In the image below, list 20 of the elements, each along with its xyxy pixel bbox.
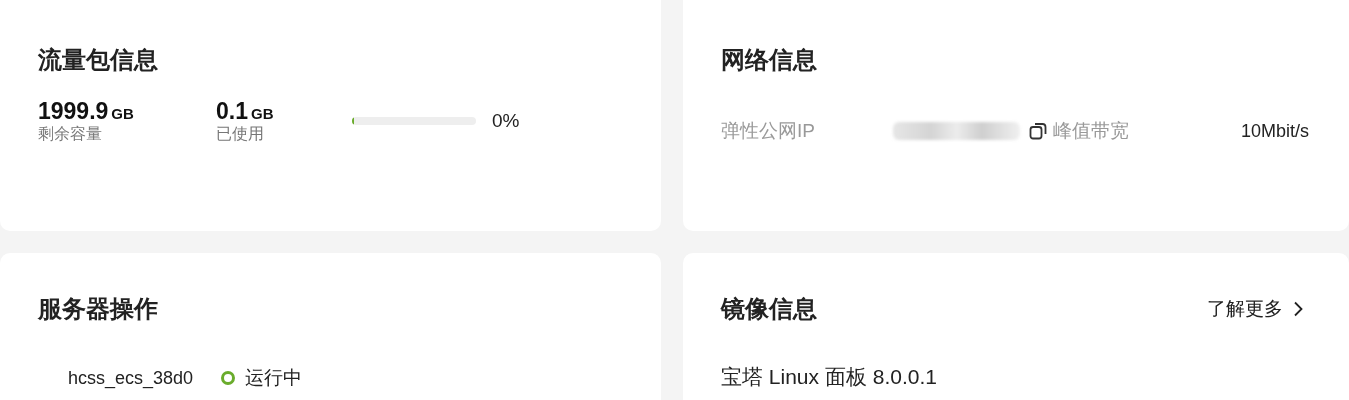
stat-value: 1999.9 <box>38 98 109 124</box>
usage-percent: 0% <box>492 110 520 132</box>
image-name: 宝塔 Linux 面板 8.0.0.1 <box>721 364 938 390</box>
ip-label: 弹性公网IP <box>721 119 815 143</box>
card-title: 流量包信息 <box>38 45 159 75</box>
server-name: hcss_ecs_38d0 <box>68 367 194 389</box>
card-title: 镜像信息 <box>721 294 817 324</box>
stat-label: 剩余容量 <box>38 124 103 144</box>
copy-icon[interactable] <box>1028 122 1047 140</box>
stat-label: 已使用 <box>216 124 265 144</box>
status-text: 运行中 <box>245 366 303 390</box>
stat-value: 0.1 <box>216 98 248 124</box>
card-title: 网络信息 <box>721 45 818 75</box>
chevron-right-icon <box>1293 301 1303 317</box>
stat-unit: GB <box>111 105 134 122</box>
stat-unit: GB <box>251 105 274 122</box>
bandwidth-value: 10Mbit/s <box>1240 120 1309 142</box>
learn-more-link[interactable]: 了解更多 <box>1207 296 1303 322</box>
card-title: 服务器操作 <box>38 294 159 324</box>
bandwidth-label: 峰值带宽 <box>1052 119 1129 143</box>
